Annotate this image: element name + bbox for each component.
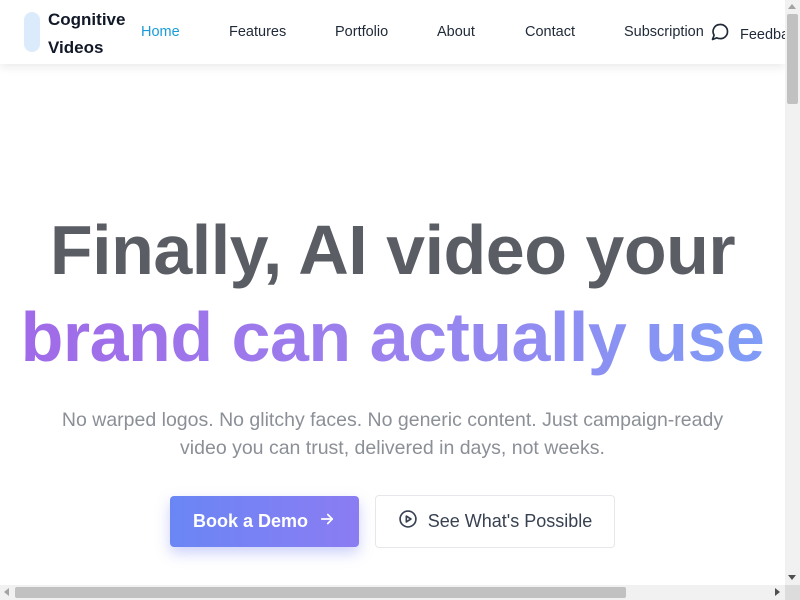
brand-name[interactable]: Cognitive Videos <box>48 6 125 62</box>
scroll-down-arrow-icon[interactable] <box>788 575 796 580</box>
see-whats-possible-button[interactable]: See What's Possible <box>375 495 615 548</box>
see-whats-possible-label: See What's Possible <box>427 511 593 531</box>
vertical-scroll-thumb[interactable] <box>787 14 798 104</box>
nav-link-portfolio[interactable]: Portfolio <box>335 22 388 42</box>
book-demo-label: Book a Demo <box>192 511 309 531</box>
feedback-label: Feedba <box>740 26 785 43</box>
scroll-left-arrow-icon[interactable] <box>4 588 9 596</box>
horizontal-scrollbar[interactable] <box>0 585 785 600</box>
scroll-up-arrow-icon[interactable] <box>788 4 796 9</box>
scroll-right-arrow-icon[interactable] <box>775 588 780 596</box>
nav-link-subscription[interactable]: Subscription <box>624 22 704 42</box>
message-circle-icon <box>710 22 730 47</box>
play-circle-icon <box>398 509 418 534</box>
horizontal-scroll-thumb[interactable] <box>15 587 626 598</box>
arrow-right-icon <box>318 510 336 533</box>
feedback-button[interactable]: Feedba <box>710 22 785 47</box>
vertical-scrollbar[interactable] <box>785 0 800 585</box>
nav-link-features[interactable]: Features <box>229 22 286 42</box>
hero-subtitle: No warped logos. No glitchy faces. No ge… <box>61 409 724 459</box>
scrollbar-corner <box>785 585 800 600</box>
hero-headline-gradient-text: brand can actually use <box>20 298 765 376</box>
top-navbar: Cognitive Videos Home Features Portfolio… <box>0 0 785 64</box>
brand-line-1: Cognitive <box>48 10 126 29</box>
logo-mark[interactable] <box>24 12 40 52</box>
brand-line-2: Videos <box>48 38 104 57</box>
nav-link-contact[interactable]: Contact <box>525 22 575 42</box>
hero-headline-line-1: Finally, AI video your <box>49 211 736 289</box>
book-demo-button[interactable]: Book a Demo <box>170 496 359 547</box>
hero-headline-line-2: brand can actually use <box>0 294 785 380</box>
page-viewport: Cognitive Videos Home Features Portfolio… <box>0 0 785 585</box>
nav-link-home[interactable]: Home <box>141 22 180 42</box>
nav-link-about[interactable]: About <box>437 22 475 42</box>
